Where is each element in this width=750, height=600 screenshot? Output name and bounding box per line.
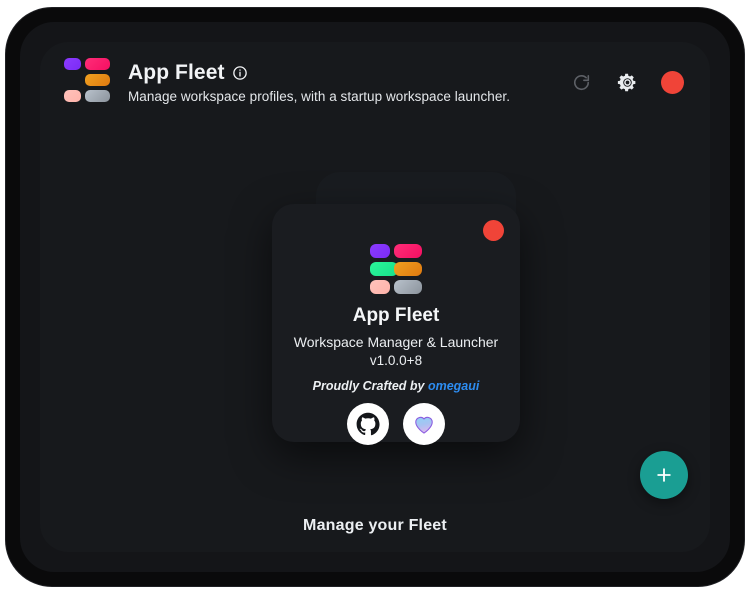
logo-cell-orange <box>85 74 110 86</box>
dialog-version: v1.0.0+8 <box>370 353 422 368</box>
page-title: App Fleet <box>128 61 225 85</box>
dialog-content: App Fleet Workspace Manager & Launcher v… <box>272 220 520 445</box>
logo-cell-purple <box>64 58 81 70</box>
close-icon[interactable] <box>661 71 684 94</box>
window-frame: App Fleet Manage workspace profiles, wit… <box>6 8 744 586</box>
dialog-logo-cell-orange <box>394 262 422 276</box>
window-body: App Fleet Manage workspace profiles, wit… <box>40 42 710 552</box>
dialog-logo-cell-pink <box>394 244 422 258</box>
dialog-logo-cell-purple <box>370 244 390 258</box>
dialog-app-name: App Fleet <box>353 305 440 327</box>
credit-author-link[interactable]: omegaui <box>428 379 479 393</box>
header-actions <box>569 70 684 94</box>
dialog-tagline: Workspace Manager & Launcher <box>294 334 498 350</box>
window-bezel: App Fleet Manage workspace profiles, wit… <box>20 22 730 572</box>
dialog-app-logo <box>370 244 422 294</box>
credit-prefix: Proudly Crafted by <box>313 379 428 393</box>
logo-cell-gray <box>85 90 110 102</box>
dialog-close-icon[interactable] <box>483 220 504 241</box>
logo-cell-pink <box>85 58 110 70</box>
logo-cell-lightpink <box>64 90 81 102</box>
github-icon[interactable] <box>347 403 389 445</box>
header-texts: App Fleet Manage workspace profiles, wit… <box>128 61 510 104</box>
add-profile-button[interactable] <box>640 451 688 499</box>
page-subtitle: Manage workspace profiles, with a startu… <box>128 89 510 104</box>
app-fleet-logo <box>64 58 110 106</box>
heart-icon[interactable] <box>403 403 445 445</box>
dialog-credit: Proudly Crafted by omegaui <box>313 379 480 393</box>
footer-label: Manage your Fleet <box>40 517 710 535</box>
gear-icon[interactable] <box>615 70 639 94</box>
dialog-socials <box>347 403 445 445</box>
refresh-icon[interactable] <box>569 70 593 94</box>
app-header: App Fleet Manage workspace profiles, wit… <box>40 42 710 122</box>
about-dialog: App Fleet Workspace Manager & Launcher v… <box>272 204 520 442</box>
dialog-logo-cell-lightpink <box>370 280 390 294</box>
info-circle-icon[interactable] <box>232 65 248 81</box>
dialog-logo-cell-gray <box>394 280 422 294</box>
header-title-row: App Fleet <box>128 61 510 85</box>
